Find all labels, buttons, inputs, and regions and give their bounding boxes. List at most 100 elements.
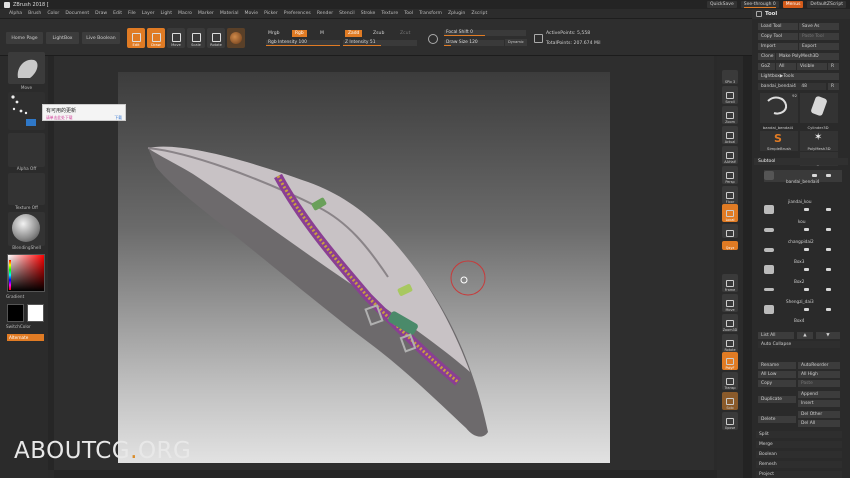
move-mode-button[interactable]: Move: [167, 28, 185, 48]
subtool-eye-icon[interactable]: [826, 268, 831, 271]
menu-alpha[interactable]: Alpha: [6, 11, 25, 16]
spix-button[interactable]: SPix 3: [722, 70, 738, 84]
menu-render[interactable]: Render: [314, 11, 336, 16]
subtool-eye-icon[interactable]: [826, 248, 831, 251]
menu-light[interactable]: Light: [158, 11, 175, 16]
menu-layer[interactable]: Layer: [139, 11, 158, 16]
goz-all-button[interactable]: All: [776, 63, 796, 70]
menu-texture[interactable]: Texture: [378, 11, 401, 16]
merge-section[interactable]: Merge: [756, 441, 842, 448]
menu-document[interactable]: Document: [62, 11, 92, 16]
lsym-button[interactable]: [722, 224, 738, 238]
menu-edit[interactable]: Edit: [110, 11, 125, 16]
menu-zscript[interactable]: Zscript: [468, 11, 490, 16]
rgb-intensity-slider[interactable]: Rgb Intensity 100: [266, 40, 340, 46]
duplicate-button[interactable]: Duplicate: [758, 396, 796, 403]
menu-marker[interactable]: Marker: [195, 11, 217, 16]
goz-r-button[interactable]: R: [828, 63, 839, 70]
autoreorder-button[interactable]: AutoReorder: [798, 362, 840, 369]
rotate-view-button[interactable]: Rotate: [722, 334, 738, 352]
menu-transform[interactable]: Transform: [416, 11, 445, 16]
scroll-button[interactable]: Scroll: [722, 86, 738, 104]
stroke-picker[interactable]: [8, 92, 45, 130]
zoom-button[interactable]: Zoom: [722, 106, 738, 124]
home-page-button[interactable]: Home Page: [6, 32, 43, 44]
update-tooltip[interactable]: 有可用的更新 请单击此处下载 下载: [42, 104, 126, 121]
subtool-row[interactable]: Box3: [764, 259, 842, 276]
auto-collapse-toggle[interactable]: Auto Collapse: [758, 341, 840, 348]
xyz-button[interactable]: Qxyz: [722, 241, 738, 250]
paste-tool-button[interactable]: Paste Tool: [799, 33, 839, 40]
focal-shift-slider[interactable]: Focal Shift 0: [444, 30, 526, 36]
subtool-eye-icon[interactable]: [826, 228, 831, 231]
draw-mode-button[interactable]: Draw: [147, 28, 165, 48]
alpha-picker[interactable]: [8, 133, 45, 167]
del-all-button[interactable]: Del All: [798, 420, 840, 427]
tool-thumb-bandai[interactable]: 92: [760, 93, 798, 123]
subtool-row[interactable]: bandai_bendai4: [764, 170, 842, 184]
hue-strip[interactable]: [9, 260, 11, 290]
tooltip-download-link[interactable]: 下载: [114, 115, 122, 121]
live-boolean-button[interactable]: Live Boolean: [82, 32, 120, 44]
menu-tool[interactable]: Tool: [401, 11, 416, 16]
actual-button[interactable]: Actual: [722, 126, 738, 144]
subtool-visibility-icon[interactable]: [804, 228, 809, 231]
subtool-eye-icon[interactable]: [826, 308, 831, 311]
all-high-button[interactable]: All High: [798, 371, 840, 378]
move-view-button[interactable]: Move: [722, 294, 738, 312]
transp-button[interactable]: Transp: [722, 372, 738, 390]
rename-button[interactable]: Rename: [758, 362, 796, 369]
lightbox-button[interactable]: LightBox: [46, 32, 79, 44]
tool-thumb-simplebrush[interactable]: S SimpleBrush: [760, 131, 798, 151]
subtool-visibility-icon[interactable]: [804, 268, 809, 271]
quicksave-button[interactable]: QuickSave: [706, 1, 737, 8]
copy-subtool-button[interactable]: Copy: [758, 380, 796, 387]
dynamic-toggle[interactable]: Dynamic: [505, 39, 527, 46]
persp-button[interactable]: Persp: [722, 166, 738, 184]
brush-picker[interactable]: [8, 52, 45, 84]
m-toggle[interactable]: M: [320, 31, 324, 36]
subtool-visibility-icon[interactable]: [804, 208, 809, 211]
subtool-row[interactable]: Shengzi_dai3: [764, 299, 842, 316]
menu-zplugin[interactable]: Zplugin: [445, 11, 468, 16]
copy-tool-button[interactable]: Copy Tool: [758, 33, 798, 40]
del-other-button[interactable]: Del Other: [798, 411, 840, 418]
subtool-visibility-icon[interactable]: [804, 308, 809, 311]
export-button[interactable]: Export: [799, 43, 839, 50]
material-picker[interactable]: [8, 212, 45, 246]
texture-picker[interactable]: [8, 173, 45, 205]
subtool-eye-icon[interactable]: [826, 208, 831, 211]
frame-button[interactable]: Frame: [722, 274, 738, 292]
lightbox-tools-button[interactable]: Lightbox▶Tools: [758, 73, 839, 80]
zsub-toggle[interactable]: Zsub: [373, 31, 384, 36]
polyf-button[interactable]: PolyF: [722, 352, 738, 370]
make-polymesh-button[interactable]: Make PolyMesh3D: [776, 53, 839, 60]
menu-movie[interactable]: Movie: [241, 11, 261, 16]
mrgb-toggle[interactable]: Mrgb: [268, 31, 280, 36]
menu-draw[interactable]: Draw: [92, 11, 110, 16]
goz-button[interactable]: GoZ: [758, 63, 775, 70]
floor-button[interactable]: Floor: [722, 186, 738, 204]
subtool-row[interactable]: kou: [764, 219, 842, 236]
subtool-row[interactable]: changpidai2: [764, 239, 842, 256]
subtool-visibility-icon[interactable]: [812, 174, 817, 177]
menu-picker[interactable]: Picker: [261, 11, 281, 16]
material-swatch-button[interactable]: [227, 28, 245, 48]
tool-thumb-polymesh[interactable]: ✶ PolyMesh3D: [800, 131, 838, 151]
subtool-eye-icon[interactable]: [826, 288, 831, 291]
scale-mode-button[interactable]: Scale: [187, 28, 205, 48]
import-button[interactable]: Import: [758, 43, 798, 50]
paste-subtool-button[interactable]: Paste: [798, 380, 840, 387]
clone-button[interactable]: Clone: [758, 53, 775, 60]
subtool-visibility-icon[interactable]: [804, 248, 809, 251]
alternate-button[interactable]: Alternate: [7, 334, 44, 341]
delete-button[interactable]: Delete: [758, 416, 796, 423]
edit-mode-button[interactable]: Edit: [127, 28, 145, 48]
list-all-button[interactable]: List All: [758, 332, 794, 339]
menu-preferences[interactable]: Preferences: [281, 11, 314, 16]
switch-color-button[interactable]: SwitchColor: [6, 324, 43, 329]
subtool-visibility-icon[interactable]: [804, 288, 809, 291]
zcut-toggle[interactable]: Zcut: [400, 31, 410, 36]
zoom3d-button[interactable]: Zoom3D: [722, 314, 738, 332]
menu-macro[interactable]: Macro: [175, 11, 195, 16]
